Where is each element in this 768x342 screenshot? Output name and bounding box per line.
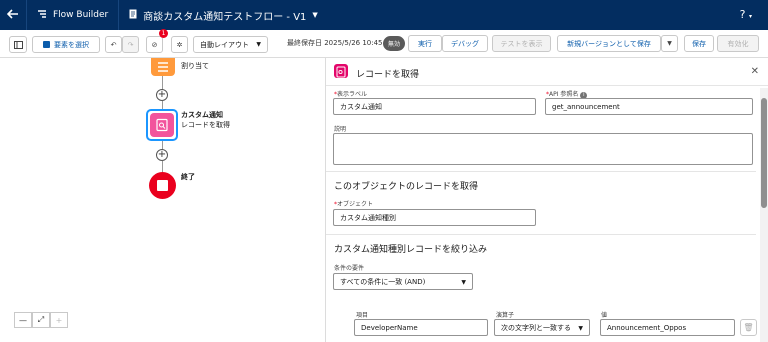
status-badge: 無効 <box>383 36 405 51</box>
toggle-toolbox-button[interactable] <box>9 36 27 53</box>
run-button[interactable]: 実行 <box>408 35 442 52</box>
label-input[interactable]: カスタム通知 <box>333 98 536 115</box>
filter-field-input[interactable]: DeveloperName <box>354 319 488 336</box>
debug-button[interactable]: デバッグ <box>442 35 488 52</box>
add-element-button[interactable]: + <box>156 149 168 161</box>
assignment-node[interactable] <box>151 58 175 76</box>
help-icon: ? <box>739 8 746 21</box>
get-records-node-type: レコードを取得 <box>181 121 230 129</box>
chevron-down-icon: ▼ <box>667 40 672 47</box>
save-options-dropdown[interactable]: ▼ <box>661 35 678 52</box>
operator-column-label: 演算子 <box>496 312 515 319</box>
end-node[interactable] <box>149 172 176 199</box>
assignment-label: 割り当て <box>181 62 209 70</box>
flow-logo-icon <box>37 9 47 22</box>
arrow-left-icon[interactable] <box>0 7 26 23</box>
help-menu[interactable]: ? ▾ <box>740 8 752 21</box>
redo-icon: ↷ <box>127 40 134 49</box>
chevron-down-icon: ▾ <box>748 13 752 20</box>
list-icon <box>158 62 168 72</box>
activate-button[interactable]: 有効化 <box>717 35 759 52</box>
panel-header: レコードを取得 ✕ <box>326 58 768 86</box>
get-records-icon <box>334 64 348 78</box>
expand-icon: ⤢ <box>37 315 45 324</box>
last-saved-text: 最終保存日 2025/5/26 10:45 <box>287 39 383 47</box>
filter-value-input[interactable]: Announcement_Oppos <box>600 319 735 336</box>
flow-name-dropdown[interactable]: 商談カスタム通知テストフロー - V1 ▼ <box>119 8 328 23</box>
get-records-node-title: カスタム通知 <box>181 111 223 119</box>
end-label: 終了 <box>181 173 195 181</box>
get-records-node[interactable] <box>146 109 178 141</box>
chevron-down-icon: ▼ <box>312 11 318 19</box>
select-icon <box>43 41 50 48</box>
flow-canvas[interactable]: 割り当て + カスタム通知 レコードを取得 + 終了 <box>0 58 325 342</box>
zoom-out-button[interactable]: — <box>14 312 32 328</box>
save-button[interactable]: 保存 <box>684 35 714 52</box>
zoom-in-button[interactable]: + <box>50 312 68 328</box>
panel-icon <box>13 40 23 49</box>
chevron-down-icon: ▼ <box>461 279 466 286</box>
label-field-label: *表示ラベル <box>334 91 368 98</box>
block-icon: ⊘ <box>151 40 158 49</box>
field-column-label: 項目 <box>356 312 369 319</box>
app-name: Flow Builder <box>53 10 109 20</box>
condition-requirements-select[interactable]: すべての条件に一致 (AND) ▼ <box>333 273 473 290</box>
fit-view-button[interactable]: ⤢ <box>32 312 50 328</box>
view-test-button[interactable]: テストを表示 <box>492 35 551 52</box>
layout-select[interactable]: 自動レイアウト ▼ <box>193 36 268 53</box>
api-name-input[interactable]: get_announcement <box>545 98 753 115</box>
undo-icon: ↶ <box>110 40 117 49</box>
delete-condition-button[interactable]: 🗑 <box>740 319 757 336</box>
errors-button[interactable]: ⊘ <box>146 36 163 53</box>
close-icon[interactable]: ✕ <box>751 66 759 77</box>
gear-icon: ✲ <box>176 40 183 49</box>
trash-icon: 🗑 <box>743 323 754 332</box>
zoom-controls: — ⤢ + <box>14 312 68 328</box>
chevron-down-icon: ▼ <box>578 325 583 332</box>
panel-scroll-thumb[interactable] <box>761 98 767 208</box>
condition-requirements-label: 条件の要件 <box>334 265 365 272</box>
add-element-button[interactable]: + <box>156 89 168 101</box>
get-records-icon <box>150 113 174 137</box>
description-textarea[interactable] <box>333 133 753 165</box>
undo-button[interactable]: ↶ <box>105 36 122 53</box>
flow-name: 商談カスタム通知テストフロー - V1 <box>143 11 307 23</box>
value-column-label: 値 <box>601 312 608 319</box>
property-panel: レコードを取得 ✕ *表示ラベル カスタム通知 *API 参照名 i get_a… <box>325 58 768 342</box>
description-label: 説明 <box>334 126 347 133</box>
redo-button[interactable]: ↷ <box>122 36 139 53</box>
top-bar: Flow Builder 商談カスタム通知テストフロー - V1 ▼ ? ▾ <box>0 0 768 30</box>
section-filter-title: カスタム通知種別レコードを絞り込み <box>334 245 488 255</box>
object-input[interactable]: カスタム通知種別 <box>333 209 536 226</box>
settings-button[interactable]: ✲ <box>171 36 188 53</box>
select-elements-button[interactable]: 要素を選択 <box>32 36 100 53</box>
stop-icon <box>157 180 168 191</box>
app-title: Flow Builder <box>27 9 118 22</box>
filter-operator-select[interactable]: 次の文字列と一致する ▼ <box>494 319 590 336</box>
panel-title: レコードを取得 <box>356 70 420 80</box>
save-as-new-version-button[interactable]: 新規バージョンとして保存 <box>557 35 661 52</box>
section-object-title: このオブジェクトのレコードを取得 <box>334 182 479 192</box>
chevron-down-icon: ▼ <box>256 41 261 48</box>
object-label: *オブジェクト <box>334 201 374 208</box>
document-icon <box>129 9 137 22</box>
error-count-badge: 1 <box>159 29 168 38</box>
